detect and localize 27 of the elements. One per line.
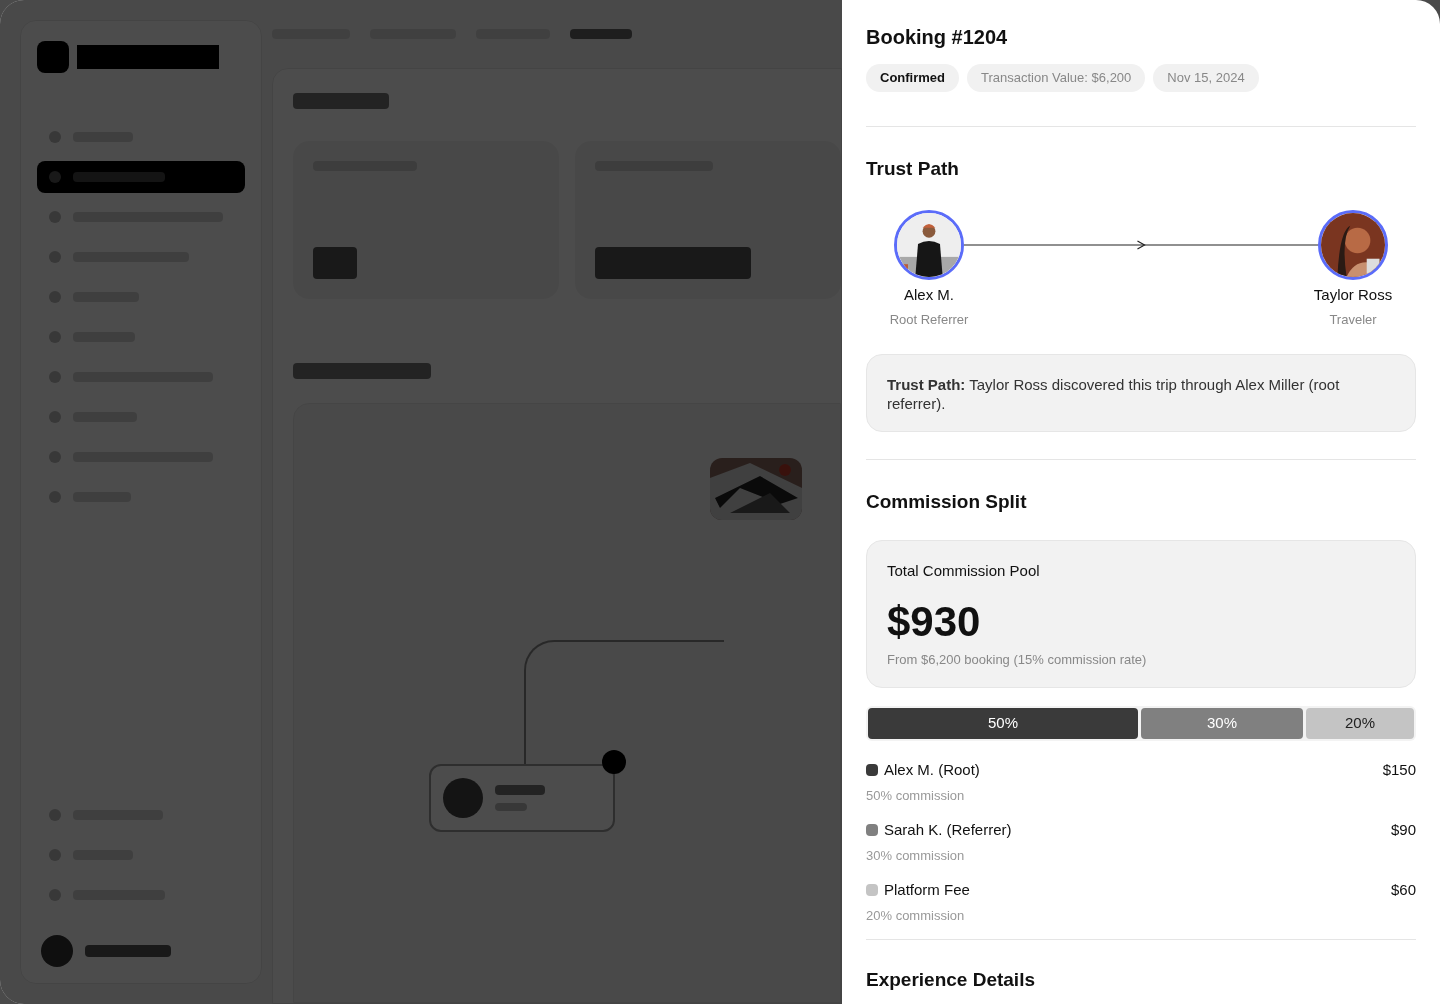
share-name: Platform Fee [884,880,971,900]
status-badge: Confirmed [866,64,959,92]
info-note: Trust Path: Taylor Ross discovered this trip through Alex Miller (root referrer). [866,353,1416,432]
bar-segment: 30% [1141,708,1303,739]
info-chip: Transaction Value: $6,200 [967,64,1146,92]
card-label: Total Commission Pool [887,561,1041,581]
person-name: Alex M. [904,284,954,305]
share-amount: $60 [1390,880,1416,900]
share-amount: $150 [1382,760,1416,780]
share-name: Sarah K. (Referrer) [884,820,1013,840]
booking-title: Booking #1204 [866,25,1009,50]
bar-segment: 50% [868,708,1138,739]
share-note: 50% commission [866,786,966,805]
section-title: Commission Split [866,489,1028,514]
person-role: Root Referrer [889,311,969,329]
share-note: 20% commission [866,906,966,925]
pool-amount: $930 [887,597,982,646]
section-title: Trust Path [866,157,960,181]
person-name: Taylor Ross [1313,284,1393,305]
share-amount: $90 [1390,820,1416,840]
bar-segment: 20% [1306,708,1414,739]
pool-detail: From $6,200 booking (15% commission rate) [887,650,1148,669]
info-chip: Nov 15, 2024 [1153,64,1259,92]
section-title: Experience Details [866,968,1036,992]
person-role: Traveler [1329,311,1377,329]
share-name: Alex M. (Root) [884,760,981,780]
share-note: 30% commission [866,846,966,865]
